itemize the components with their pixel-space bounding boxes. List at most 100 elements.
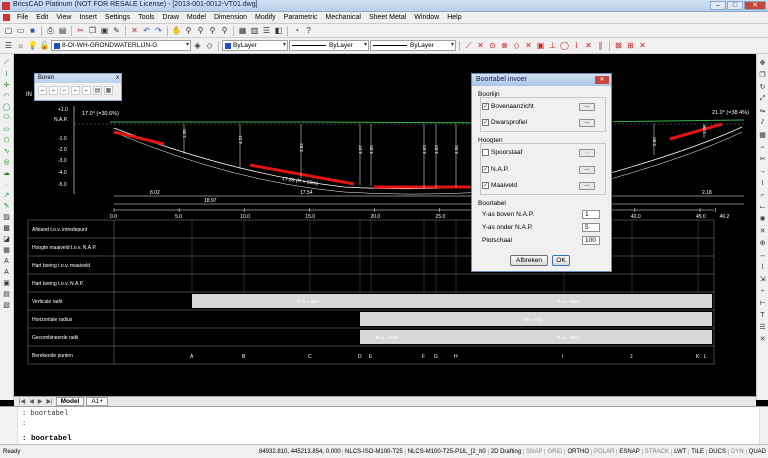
bore-tool-6-icon[interactable]: ▤	[93, 86, 102, 95]
menu-file[interactable]: File	[13, 14, 32, 21]
join-icon[interactable]: ⊕	[758, 238, 768, 248]
dimstyle-status[interactable]: NLCS-ISO-M100-T25	[342, 448, 405, 455]
print-preview-icon[interactable]: ▤	[57, 25, 68, 36]
quad-toggle[interactable]: QUAD	[745, 448, 768, 455]
layer-on-icon[interactable]: 💡	[27, 40, 38, 51]
dialog-close-button[interactable]: ✕	[595, 76, 609, 84]
save-icon[interactable]: ■	[27, 25, 38, 36]
fillet-icon[interactable]: ⌐	[758, 190, 768, 200]
snap-perpendicular-icon[interactable]: ⊥	[547, 40, 558, 51]
print-icon[interactable]: ⎙	[45, 25, 56, 36]
offset-icon[interactable]: ⫽	[758, 118, 768, 128]
tab-last-button[interactable]: ▶|	[45, 398, 53, 405]
extend-icon[interactable]: →	[758, 166, 768, 176]
snap-apparent-icon[interactable]: ✕	[583, 40, 594, 51]
measure-icon[interactable]: ⊢	[758, 298, 768, 308]
bore-tool-3-icon[interactable]: ⌐	[60, 86, 69, 95]
hatch-tool-icon[interactable]: ▨	[1, 212, 12, 222]
circle-tool-icon[interactable]: ◯	[1, 102, 12, 112]
move-icon[interactable]: ✥	[758, 58, 768, 68]
snap-tangent-icon[interactable]: ◯	[559, 40, 570, 51]
dwarsprofiel-checkbox[interactable]: ✓	[482, 119, 489, 126]
menu-model[interactable]: Model	[183, 14, 210, 21]
zoom-previous-icon[interactable]: ⚲	[219, 25, 230, 36]
snap-settings-icon[interactable]: ⊞	[625, 40, 636, 51]
snap-endpoint-icon[interactable]: ⟋	[463, 40, 474, 51]
construction-line-icon[interactable]: ✛	[1, 80, 12, 90]
bovenaanzicht-checkbox[interactable]: ✓	[482, 103, 489, 110]
undo-icon[interactable]: ↶	[141, 25, 152, 36]
linetype-select[interactable]: ByLayer ▾	[289, 40, 369, 51]
plotschaal-input[interactable]: 100	[582, 236, 600, 245]
snap-clear-icon[interactable]: ⊠	[613, 40, 624, 51]
polar-toggle[interactable]: POLAR	[591, 448, 616, 455]
render-icon[interactable]: ◔	[291, 25, 302, 36]
attribute-icon[interactable]: ▤	[1, 289, 12, 299]
drawing-canvas[interactable]: IN 17.0° (=30.6%) 21.0° (=38.4%) +1.0 N.…	[14, 54, 756, 396]
bore-tool-7-icon[interactable]: ▦	[104, 86, 113, 95]
lengthen-icon[interactable]: ↔	[758, 250, 768, 260]
tab-prev-button[interactable]: ◀	[28, 398, 35, 405]
boren-panel-header[interactable]: Boren x	[35, 74, 121, 83]
bore-tool-2-icon[interactable]: ⌐	[49, 86, 58, 95]
boren-panel[interactable]: Boren x ⌐ ⌐ ⌐ ⌐ ⌐ ▤ ▦	[34, 73, 122, 101]
edit-text-icon[interactable]: T	[758, 310, 768, 320]
snap-midpoint-icon[interactable]: ✕	[475, 40, 486, 51]
lineweight-select[interactable]: ByLayer ▾	[370, 40, 456, 51]
dwarsprofiel-browse-button[interactable]: ...	[579, 119, 595, 127]
snap-toggle[interactable]: SNAP	[523, 448, 544, 455]
ray-tool-icon[interactable]: ↗	[1, 190, 12, 200]
zoom-realtime-icon[interactable]: ⚲	[183, 25, 194, 36]
layers-icon[interactable]: ☰	[261, 25, 272, 36]
snap-parallel-icon[interactable]: ∥	[595, 40, 606, 51]
properties-palette-icon[interactable]: ☰	[758, 322, 768, 332]
scale-icon[interactable]: ⤢	[758, 94, 768, 104]
menu-window[interactable]: Window	[410, 14, 443, 21]
minimize-button[interactable]: –	[710, 1, 726, 10]
tab-model[interactable]: Model	[55, 397, 85, 406]
lwt-toggle[interactable]: LWT	[671, 448, 688, 455]
menu-sheet-metal[interactable]: Sheet Metal	[365, 14, 410, 21]
tile-toggle[interactable]: TILE	[688, 448, 706, 455]
open-icon[interactable]: ▭	[15, 25, 26, 36]
menu-edit[interactable]: Edit	[32, 14, 52, 21]
spline-tool-icon[interactable]: ∿	[1, 146, 12, 156]
layer-select[interactable]: 8-OI-WH-GRONDWATERLIJN-G ▾	[51, 40, 191, 51]
spoorstaaf-checkbox[interactable]	[482, 149, 489, 156]
strack-toggle[interactable]: STRACK	[641, 448, 671, 455]
chamfer-icon[interactable]: ⌙	[758, 202, 768, 212]
dyn-toggle[interactable]: DYN	[727, 448, 746, 455]
menu-dimension[interactable]: Dimension	[210, 14, 251, 21]
donut-tool-icon[interactable]: ◎	[1, 157, 12, 167]
ortho-toggle[interactable]: ORTHO	[564, 448, 591, 455]
menu-view[interactable]: View	[52, 14, 75, 21]
explode-icon[interactable]: ✺	[758, 214, 768, 224]
bovenaanzicht-browse-button[interactable]: ...	[579, 103, 595, 111]
snap-insertion-icon[interactable]: ▣	[535, 40, 546, 51]
ok-button[interactable]: OK	[552, 255, 570, 266]
polyline-tool-icon[interactable]: ⌇	[1, 69, 12, 79]
properties-icon[interactable]: ▥	[249, 25, 260, 36]
explorer-icon[interactable]: ▦	[237, 25, 248, 36]
color-select[interactable]: ByLayer ▾	[222, 40, 288, 51]
tab-a1-plus[interactable]: A1+	[86, 397, 109, 406]
ducs-toggle[interactable]: DUCS	[705, 448, 728, 455]
mirror-icon[interactable]: ⇋	[758, 106, 768, 116]
menu-parametric[interactable]: Parametric	[280, 14, 322, 21]
document-icon[interactable]	[3, 14, 10, 21]
close-icon[interactable]: ✕	[758, 334, 768, 344]
copy-icon[interactable]: ❐	[87, 25, 98, 36]
bore-tool-4-icon[interactable]: ⌐	[71, 86, 80, 95]
bore-tool-5-icon[interactable]: ⌐	[82, 86, 91, 95]
make-current-layer-icon[interactable]: ◈	[192, 40, 203, 51]
polygon-tool-icon[interactable]: ⬡	[1, 135, 12, 145]
match-properties-icon[interactable]: ✎	[111, 25, 122, 36]
text-tool-icon[interactable]: A	[1, 256, 12, 266]
workspace-status[interactable]: 2D Drafting	[487, 448, 523, 455]
align-icon[interactable]: ⇲	[758, 274, 768, 284]
point-tool-icon[interactable]: ·	[1, 179, 12, 189]
esnap-toggle[interactable]: ESNAP	[616, 448, 641, 455]
trim-icon[interactable]: ✂	[758, 154, 768, 164]
menu-settings[interactable]: Settings	[101, 14, 134, 21]
zoom-extents-icon[interactable]: ⚲	[207, 25, 218, 36]
